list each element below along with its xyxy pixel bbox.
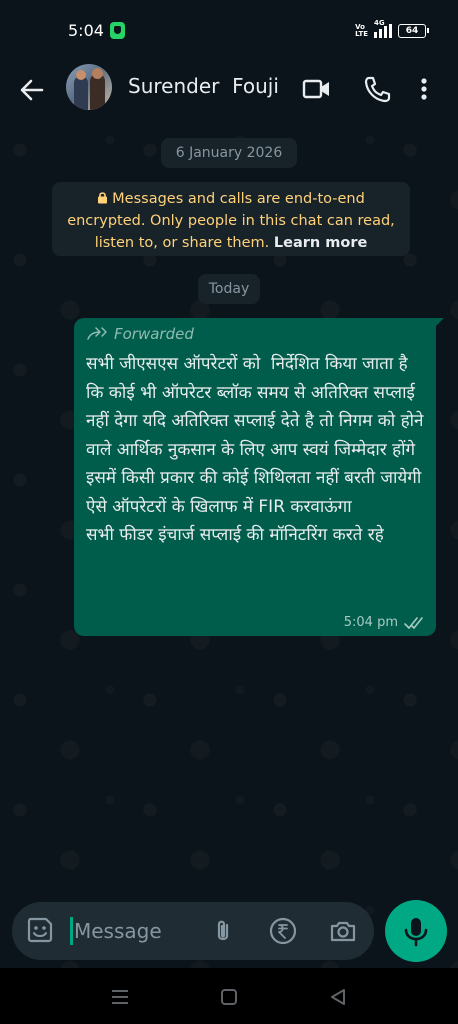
video-call-button[interactable] (300, 72, 334, 106)
battery-icon: 64 (398, 24, 429, 38)
message-input[interactable] (74, 912, 204, 950)
message-bubble[interactable]: Forwarded सभी जीएसएस ऑपरेटरों को निर्देश… (74, 318, 444, 636)
recents-button[interactable] (109, 986, 131, 1008)
encryption-notice[interactable]: Messages and calls are end-to-end encryp… (52, 182, 410, 256)
video-call-icon (302, 79, 329, 99)
lock-icon (98, 192, 108, 204)
avatar[interactable] (66, 64, 112, 110)
phone-icon (364, 76, 391, 103)
back-arrow-icon (20, 79, 44, 101)
learn-more-link[interactable]: Learn more (274, 235, 367, 251)
back-triangle-icon (331, 989, 345, 1005)
today-chip: Today (198, 274, 260, 304)
chat-header: Surender Fouji (0, 60, 458, 120)
camera-icon (330, 921, 356, 942)
forwarded-text: Forwarded (114, 325, 194, 343)
voice-call-button[interactable] (360, 72, 394, 106)
volte-bottom: LTE (355, 30, 368, 38)
system-nav-bar (0, 968, 458, 1024)
more-options-button[interactable] (414, 72, 434, 106)
message-composer (12, 902, 374, 960)
emoji-button[interactable] (24, 914, 56, 946)
chat-area[interactable]: 6 January 2026 Messages and calls are en… (0, 120, 458, 968)
back-button[interactable] (16, 74, 48, 106)
home-square-icon (221, 989, 237, 1005)
forwarded-label: Forwarded (86, 324, 424, 344)
shield-icon (110, 22, 125, 39)
rupee-payment-icon (269, 917, 297, 945)
status-bar: 5:04 Vo LTE 4G 64 (0, 0, 458, 60)
message-time: 5:04 pm (343, 615, 398, 630)
signal-icon: 4G (374, 19, 392, 38)
home-button[interactable] (218, 986, 240, 1008)
contact-name[interactable]: Surender Fouji (128, 74, 279, 98)
more-vert-icon (421, 78, 427, 100)
system-back-button[interactable] (327, 986, 349, 1008)
text-cursor (70, 917, 73, 945)
message-meta: 5:04 pm (344, 615, 426, 630)
forward-icon (87, 327, 107, 340)
network-label: 4G (374, 19, 385, 27)
volte-icon: Vo LTE (355, 24, 368, 38)
mic-icon (404, 918, 428, 947)
voice-record-button[interactable] (385, 900, 447, 962)
date-chip: 6 January 2026 (161, 138, 297, 168)
attach-button[interactable] (208, 916, 238, 946)
status-time: 5:04 (68, 21, 104, 40)
emoji-icon (27, 917, 53, 943)
menu-lines-icon (112, 990, 128, 1004)
attach-icon (217, 920, 229, 941)
camera-button[interactable] (328, 916, 358, 946)
payment-button[interactable] (268, 916, 298, 946)
message-text: सभी जीएसएस ऑपरेटरों को निर्देशित किया जा… (86, 354, 424, 545)
status-indicators: Vo LTE 4G 64 (355, 19, 429, 40)
double-check-icon (404, 616, 423, 629)
